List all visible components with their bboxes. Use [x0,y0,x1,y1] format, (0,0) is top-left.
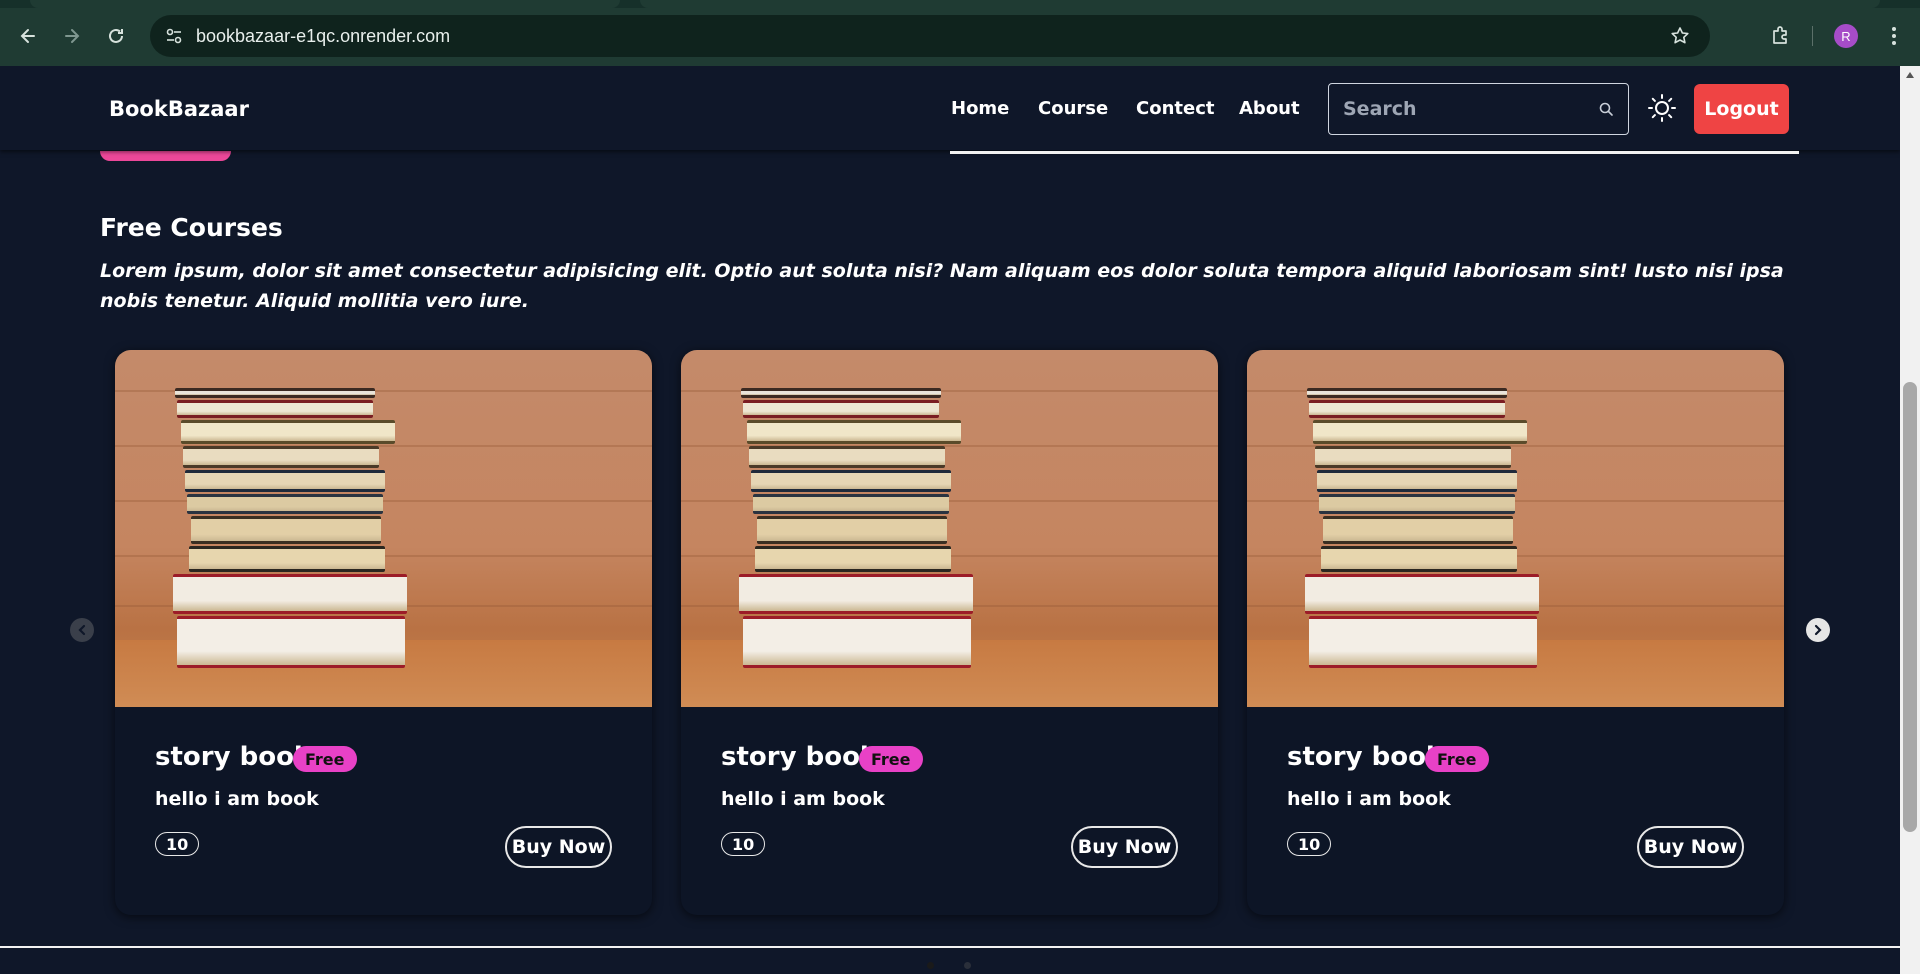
nav-contect[interactable]: Contect [1136,98,1214,119]
book-shape [743,616,971,668]
course-card-3[interactable]: story book Free hello i am book 10 Buy N… [1247,350,1784,915]
url-text[interactable]: bookbazaar-e1qc.onrender.com [196,26,450,47]
section-divider [0,946,1900,948]
book-shape [1309,616,1537,668]
book-stack-image [1247,350,1784,707]
slider-next-button[interactable] [1806,618,1830,642]
free-badge: Free [859,746,923,772]
book-shape [1319,494,1515,514]
scroll-thumb[interactable] [1903,382,1917,832]
book-shape [757,516,947,544]
price-badge: 10 [155,832,200,856]
slider-dot-1[interactable] [927,962,934,969]
free-badge: Free [1425,746,1489,772]
card-description: hello i am book [721,788,885,810]
brand-logo[interactable]: BookBazaar [109,97,249,121]
book-shape [185,470,385,492]
book-shape [181,420,395,444]
bookmark-star-icon[interactable] [1668,24,1692,48]
price-badge: 10 [1287,832,1332,856]
back-icon[interactable] [12,20,44,52]
book-shape [1321,546,1517,572]
book-shape [741,388,941,398]
browser-tab[interactable] [30,0,620,8]
book-shape [1315,446,1511,468]
free-badge: Free [293,746,357,772]
price-badge: 10 [721,832,766,856]
section-title: Free Courses [100,213,283,242]
book-shape [191,516,381,544]
site-header: BookBazaar Home Course Contect About Log… [0,66,1900,150]
page-viewport: BookBazaar Home Course Contect About Log… [0,66,1920,974]
browser-chrome: bookbazaar-e1qc.onrender.com R [0,0,1920,66]
buy-now-button[interactable]: Buy Now [1637,826,1744,868]
section-description: Lorem ipsum, dolor sit amet consectetur … [100,260,1784,312]
chevron-left-icon [78,624,86,636]
chevron-right-icon [1814,624,1822,636]
book-shape [755,546,951,572]
address-bar[interactable]: bookbazaar-e1qc.onrender.com [150,15,1710,57]
book-shape [1307,388,1507,398]
accent-tab-shape [100,151,231,161]
buy-now-button[interactable]: Buy Now [1071,826,1178,868]
site-settings-icon[interactable] [162,24,186,48]
book-shape [747,420,961,444]
buy-now-button[interactable]: Buy Now [505,826,612,868]
card-title: story book [1287,742,1444,772]
card-title: story book [155,742,312,772]
book-shape [753,494,949,514]
sun-icon[interactable] [1645,91,1679,125]
course-card-1[interactable]: story book Free hello i am book 10 Buy N… [115,350,652,915]
nav-underline [950,151,1799,154]
book-shape [189,546,385,572]
book-shape [183,446,379,468]
toolbar-divider [1812,26,1813,46]
book-stack-image [681,350,1218,707]
book-shape [1305,574,1539,614]
book-shape [175,388,375,398]
card-description: hello i am book [1287,788,1451,810]
card-title: story book [721,742,878,772]
browser-tab[interactable] [640,0,1880,8]
profile-avatar[interactable]: R [1834,24,1858,48]
search-box [1328,83,1629,135]
nav-about[interactable]: About [1239,98,1300,119]
reload-icon[interactable] [100,20,132,52]
book-shape [739,574,973,614]
card-description: hello i am book [155,788,319,810]
book-shape [743,400,939,418]
book-shape [1323,516,1513,544]
book-shape [173,574,407,614]
search-input[interactable] [1343,96,1583,122]
slider-dot-2[interactable] [964,962,971,969]
book-shape [1313,420,1527,444]
forward-icon[interactable] [56,20,88,52]
nav-home[interactable]: Home [951,98,1009,119]
slider-prev-button[interactable] [70,618,94,642]
page-scrollbar[interactable] [1900,66,1920,974]
nav-course[interactable]: Course [1038,98,1108,119]
kebab-menu-icon[interactable] [1880,22,1908,50]
book-shape [177,400,373,418]
book-shape [177,616,405,668]
course-card-2[interactable]: story book Free hello i am book 10 Buy N… [681,350,1218,915]
book-shape [749,446,945,468]
logout-button[interactable]: Logout [1694,84,1789,134]
extensions-icon[interactable] [1766,20,1796,50]
book-shape [1317,470,1517,492]
scroll-up-arrow[interactable] [1906,72,1914,78]
search-icon[interactable] [1596,99,1616,119]
book-stack-image [115,350,652,707]
book-shape [1309,400,1505,418]
book-shape [751,470,951,492]
book-shape [187,494,383,514]
